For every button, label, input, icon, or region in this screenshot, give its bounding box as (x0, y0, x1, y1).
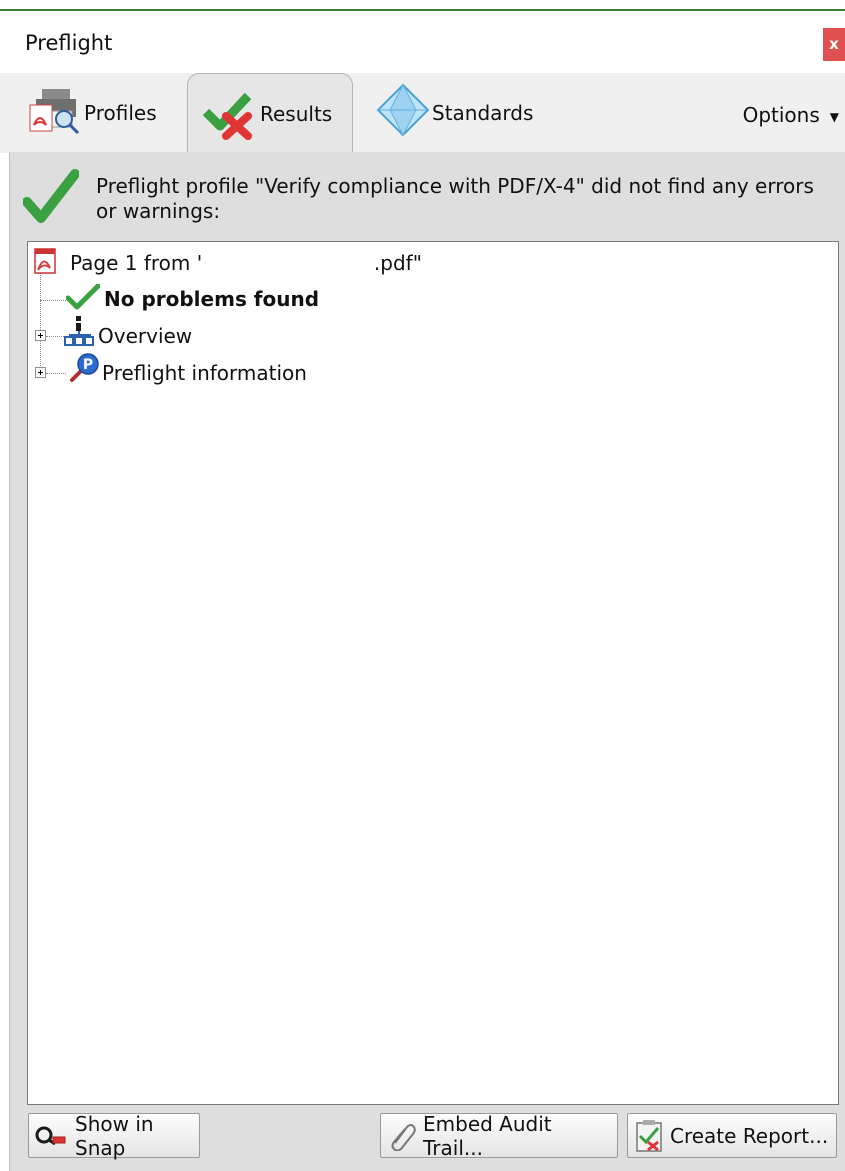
options-label: Options (742, 103, 820, 127)
check-icon (66, 284, 100, 310)
embed-audit-trail-button[interactable]: Embed Audit Trail... (380, 1111, 618, 1160)
tab-standards-label: Standards (432, 101, 534, 125)
results-icon (202, 92, 252, 140)
show-in-snap-label: Show in Snap (75, 1111, 154, 1160)
embed-audit-trail-label: Embed Audit Trail... (423, 1111, 552, 1160)
tab-results[interactable]: Results (187, 73, 353, 153)
tab-bar: Profiles Results Standards Options ▼ (0, 73, 845, 153)
magnifier-icon (35, 1126, 66, 1145)
tab-profiles-label: Profiles (84, 101, 157, 125)
create-report-label: Create Report... (670, 1123, 829, 1148)
preflight-info-icon: P (70, 353, 99, 382)
expand-preflight-info-toggle[interactable] (35, 367, 46, 378)
window-top-border (0, 0, 845, 11)
tab-profiles[interactable]: Profiles (24, 73, 174, 153)
svg-text:P: P (83, 357, 93, 373)
expand-overview-toggle[interactable] (35, 330, 46, 341)
title-bar: Preflight x (0, 11, 845, 73)
tree-item-preflight-info[interactable]: Preflight information (102, 361, 307, 385)
tree-item-status[interactable]: No problems found (104, 287, 319, 311)
tree-connector (46, 336, 66, 337)
summary-message: Preflight profile "Verify compliance wit… (96, 174, 814, 223)
tab-standards[interactable]: Standards (370, 73, 550, 153)
tab-results-label: Results (260, 102, 333, 126)
show-in-snap-button[interactable]: Show in Snap (28, 1111, 200, 1160)
paperclip-icon (391, 1123, 416, 1151)
standards-icon (376, 83, 430, 137)
pdf-file-icon (34, 248, 56, 274)
options-menu[interactable]: Options ▼ (743, 103, 839, 127)
tree-connector (40, 300, 66, 301)
window-title: Preflight (25, 31, 113, 55)
close-button[interactable]: x (823, 28, 845, 61)
success-check-icon (23, 169, 79, 223)
tree-connector (40, 270, 41, 376)
hierarchy-icon (64, 316, 94, 346)
create-report-button[interactable]: Create Report... (627, 1113, 837, 1158)
report-icon (636, 1119, 662, 1152)
tree-connector (46, 373, 66, 374)
tree-item-overview[interactable]: Overview (98, 324, 192, 348)
tree-item-page[interactable]: Page 1 from ' .pdf" (70, 251, 422, 275)
chevron-down-icon: ▼ (829, 109, 839, 124)
results-tree[interactable]: Page 1 from ' .pdf" No problems found Ov… (27, 241, 839, 1105)
profiles-icon (29, 89, 80, 135)
